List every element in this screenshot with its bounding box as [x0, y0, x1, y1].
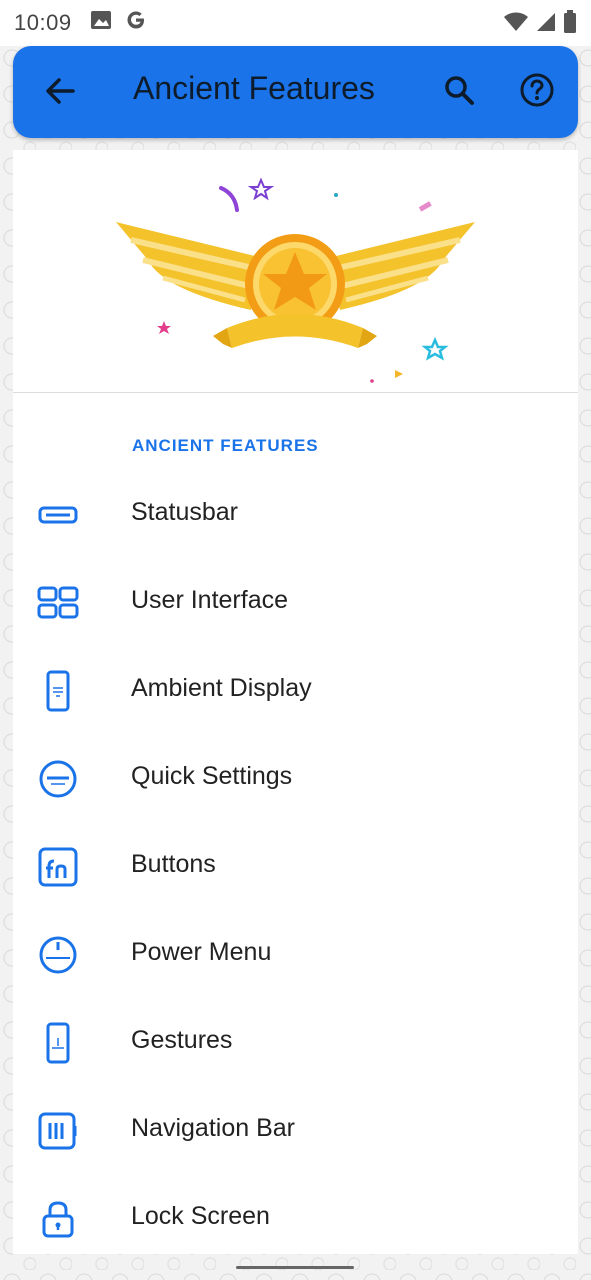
- page-title: Ancient Features: [133, 70, 375, 106]
- user-interface-icon: [37, 582, 79, 624]
- list-item-ambient-display[interactable]: Ambient Display: [13, 646, 578, 734]
- list-item-user-interface[interactable]: User Interface: [13, 558, 578, 646]
- list-item-quick-settings[interactable]: Quick Settings: [13, 734, 578, 822]
- status-bar: 10:09: [0, 0, 591, 46]
- list-item-label: Quick Settings: [131, 762, 293, 790]
- help-icon[interactable]: [519, 72, 555, 108]
- list-item-label: Gestures: [131, 1026, 233, 1054]
- list-item-label: Lock Screen: [131, 1202, 270, 1230]
- list-item-label: Statusbar: [131, 498, 239, 526]
- list-item-label: User Interface: [131, 586, 289, 614]
- list-item-label: Navigation Bar: [131, 1114, 295, 1142]
- battery-icon: [563, 10, 577, 40]
- list-item-buttons[interactable]: Buttons: [13, 822, 578, 910]
- hero-illustration: [13, 150, 578, 392]
- buttons-fn-icon: [37, 846, 79, 888]
- lock-icon: [37, 1198, 79, 1240]
- search-icon[interactable]: [443, 74, 475, 106]
- status-time: 10:09: [14, 10, 72, 35]
- gestures-icon: [37, 1022, 79, 1064]
- features-list: Statusbar User Interface Ambient Display…: [13, 470, 578, 1262]
- list-item-gestures[interactable]: Gestures: [13, 998, 578, 1086]
- power-menu-icon: [37, 934, 79, 976]
- section-header: ANCIENT FEATURES: [132, 436, 319, 455]
- list-item-power-menu[interactable]: Power Menu: [13, 910, 578, 998]
- google-g-icon: [124, 8, 148, 38]
- list-item-lock-screen[interactable]: Lock Screen: [13, 1174, 578, 1262]
- gesture-nav-handle[interactable]: [236, 1266, 354, 1269]
- list-item-statusbar[interactable]: Statusbar: [13, 470, 578, 558]
- navigation-bar-icon: [37, 1110, 79, 1152]
- signal-icon: [535, 11, 557, 39]
- quick-settings-icon: [37, 758, 79, 800]
- app-bar: Ancient Features: [13, 46, 578, 138]
- list-item-navigation-bar[interactable]: Navigation Bar: [13, 1086, 578, 1174]
- content-card: ANCIENT FEATURES Statusbar User Interfac…: [13, 150, 578, 1254]
- arrow-back-icon[interactable]: [43, 74, 77, 108]
- list-item-label: Buttons: [131, 850, 216, 878]
- wifi-icon: [503, 11, 529, 39]
- ambient-display-icon: [37, 670, 79, 712]
- image-icon: [90, 10, 112, 36]
- hero-divider: [13, 392, 578, 393]
- list-item-label: Ambient Display: [131, 674, 312, 702]
- list-item-label: Power Menu: [131, 938, 272, 966]
- statusbar-icon: [37, 494, 79, 536]
